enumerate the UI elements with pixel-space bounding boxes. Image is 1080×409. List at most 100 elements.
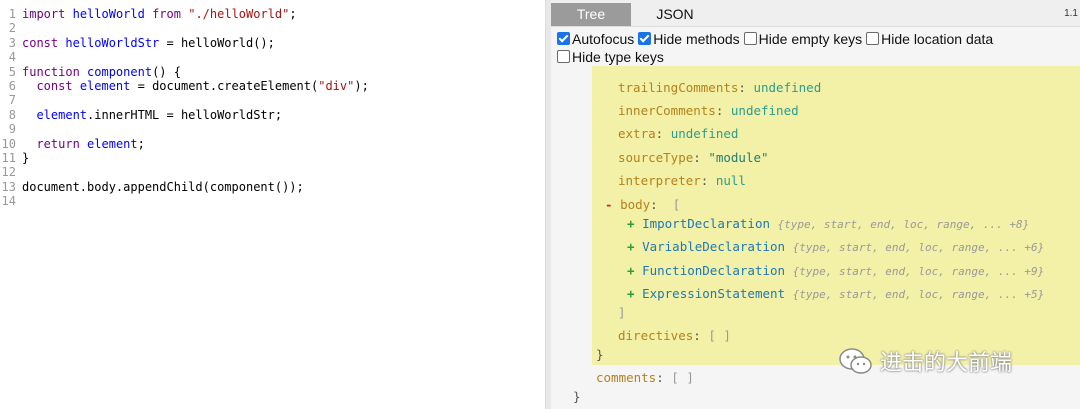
code-editor[interactable]: 1 import helloWorld from "./helloWorld"; 2…	[0, 0, 545, 409]
expand-toggle: +	[627, 286, 635, 301]
code-token: ;	[289, 7, 297, 21]
node-type: ExpressionStatement	[642, 286, 786, 301]
option-hide-location-data[interactable]: Hide location data	[866, 30, 993, 48]
code-token: function	[22, 64, 80, 79]
code-token: "./helloWorld"	[188, 7, 290, 21]
code-line[interactable]: 10 return element;	[0, 137, 145, 151]
node-type: VariableDeclaration	[642, 239, 786, 254]
code-line[interactable]: 13 document.body.appendChild(component())…	[0, 180, 304, 194]
option-label: Hide location data	[881, 31, 994, 47]
code-line[interactable]: 9	[0, 122, 22, 136]
option-hide-methods[interactable]: Hide methods	[638, 30, 740, 48]
line-number: 7	[8, 93, 16, 108]
colon: :	[693, 328, 709, 343]
code-line[interactable]: 7	[0, 93, 22, 107]
code-token: element	[36, 107, 88, 122]
node-summary: {type, start, end, loc, range, ... +5}	[792, 288, 1045, 301]
prop-value: undefined	[670, 126, 739, 141]
option-label: Hide methods	[653, 31, 740, 47]
checkbox[interactable]	[557, 32, 570, 45]
code-line[interactable]: 14	[0, 194, 22, 208]
tree-body-node[interactable]: - body: [	[605, 197, 680, 213]
code-line[interactable]: 3 const helloWorldStr = helloWorld();	[0, 36, 275, 50]
tab-bar: Tree JSON 1.1	[551, 0, 1080, 27]
line-number: 13	[1, 179, 16, 194]
node-type: FunctionDeclaration	[642, 263, 786, 278]
node-summary: {type, start, end, loc, range, ... +8}	[777, 218, 1030, 231]
code-line[interactable]: 4	[0, 50, 22, 64]
prop-key: sourceType	[618, 150, 694, 165]
watermark-text: 进击的大前端	[880, 351, 1013, 376]
tree-body-item[interactable]: + VariableDeclaration {type, start, end,…	[627, 239, 1044, 256]
tab-tree[interactable]: Tree	[551, 3, 631, 26]
expand-toggle: +	[627, 263, 635, 278]
close-brace: }	[596, 347, 604, 362]
line-number: 2	[8, 21, 16, 36]
code-line[interactable]: 1 import helloWorld from "./helloWorld";	[0, 7, 297, 21]
option-hide-type-keys[interactable]: Hide type keys	[557, 48, 664, 66]
prop-key: comments	[596, 370, 657, 385]
tree-body-item[interactable]: + ImportDeclaration {type, start, end, l…	[627, 216, 1029, 233]
code-token: helloWorld	[72, 7, 145, 21]
code-token: = document.createElement(	[130, 79, 319, 93]
tree-close[interactable]: }	[596, 347, 604, 363]
tree-prop[interactable]: sourceType: "module"	[618, 150, 769, 166]
code-line[interactable]: 5 function component() {	[0, 65, 181, 79]
line-number: 11	[1, 151, 16, 165]
node-summary: {type, start, end, loc, range, ... +6}	[792, 241, 1045, 254]
colon: :	[715, 103, 731, 118]
prop-value: null	[715, 173, 746, 188]
code-line[interactable]: 2	[0, 21, 22, 35]
option-hide-empty-keys[interactable]: Hide empty keys	[743, 30, 862, 48]
code-token: }	[22, 151, 30, 165]
colon: :	[656, 370, 672, 385]
checkbox[interactable]	[866, 32, 880, 45]
colon: :	[655, 126, 671, 141]
prop-value: [ ]	[671, 370, 694, 385]
open-bracket: [	[672, 197, 681, 212]
checkbox[interactable]	[638, 32, 652, 45]
expand-toggle: +	[627, 239, 635, 254]
tree-prop[interactable]: comments: [ ]	[596, 370, 694, 386]
tree-close[interactable]: ]	[618, 305, 626, 321]
tab-json[interactable]: JSON	[635, 3, 715, 26]
code-token: "div"	[318, 79, 355, 93]
tree-prop[interactable]: interpreter: null	[618, 173, 746, 189]
prop-key: interpreter	[618, 173, 701, 188]
ast-panel: Tree JSON 1.1 Autofocus Hide methods Hide …	[551, 0, 1080, 409]
tree-body-item[interactable]: + FunctionDeclaration {type, start, end,…	[627, 263, 1044, 280]
tree-body-item[interactable]: + ExpressionStatement {type, start, end,…	[627, 286, 1044, 303]
tree-prop[interactable]: innerComments: undefined	[618, 103, 799, 119]
code-token: const	[22, 35, 59, 50]
tree-prop[interactable]: extra: undefined	[618, 126, 738, 142]
code-line[interactable]: 12	[0, 165, 22, 179]
line-number: 12	[1, 165, 16, 180]
colon: :	[693, 150, 709, 165]
code-token: element	[87, 136, 138, 151]
colon: :	[650, 197, 673, 212]
code-line[interactable]: 6 const element = document.createElement…	[0, 79, 369, 93]
tree-prop[interactable]: directives: [ ]	[618, 328, 731, 344]
code-line[interactable]: 11}	[0, 151, 30, 165]
prop-value: [ ]	[708, 328, 731, 343]
collapse-toggle: -	[605, 197, 613, 212]
prop-key: body	[620, 197, 651, 212]
checkbox[interactable]	[743, 32, 757, 45]
version-label: 1.1	[1064, 8, 1078, 19]
tree-prop[interactable]: trailingComments: undefined	[618, 80, 821, 96]
checkbox[interactable]	[557, 50, 570, 63]
code-line[interactable]: 8 element.innerHTML = helloWorldStr;	[0, 108, 282, 122]
tree-close[interactable]: }	[573, 389, 581, 405]
option-autofocus[interactable]: Autofocus	[557, 30, 634, 48]
